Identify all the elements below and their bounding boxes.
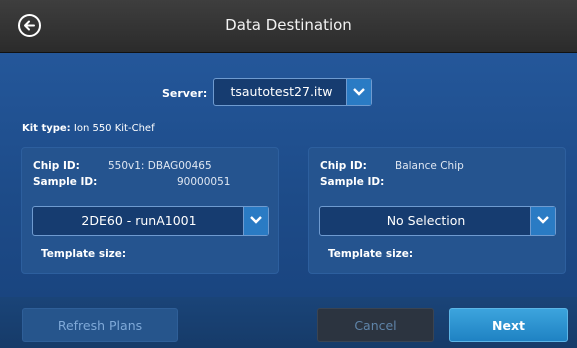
kit-type: Kit type: Ion 550 Kit-Chef [22,123,155,134]
chevron-down-icon[interactable] [530,207,555,235]
server-label: Server: [162,87,208,100]
sample-id-label: Sample ID: [33,176,98,188]
sample-id-label: Sample ID: [320,176,385,188]
kit-type-value: Ion 550 Kit-Chef [73,123,155,134]
chip-id-label: Chip ID: [33,160,80,172]
chevron-down-icon[interactable] [243,207,268,235]
cancel-button[interactable]: Cancel [317,308,434,342]
next-button[interactable]: Next [449,308,568,342]
run-plan-select-value: 2DE60 - runA1001 [81,213,197,228]
title-bar: Data Destination [0,0,577,53]
run-plan-select[interactable]: 2DE60 - runA1001 [32,206,269,236]
refresh-plans-button[interactable]: Refresh Plans [22,308,178,342]
chevron-down-icon[interactable] [346,79,371,105]
chip-id-value: 550v1: DBAG00465 [108,160,212,172]
chip-id-value: Balance Chip [395,160,464,172]
chip-id-label: Chip ID: [320,160,367,172]
run-plan-select[interactable]: No Selection [319,206,556,236]
page-title: Data Destination [225,16,352,34]
run-plan-select-value: No Selection [386,213,466,228]
server-select-value: tsautotest27.itw [230,84,333,99]
chip-panel-left: Chip ID: 550v1: DBAG00465 Sample ID: 900… [21,147,279,274]
server-select[interactable]: tsautotest27.itw [213,78,372,106]
template-size-label: Template size: [328,248,414,260]
template-size-label: Template size: [41,248,127,260]
chip-panel-right: Chip ID: Balance Chip Sample ID: No Sele… [308,147,566,274]
sample-id-value: 90000051 [177,176,231,188]
kit-type-label: Kit type: [22,123,71,134]
